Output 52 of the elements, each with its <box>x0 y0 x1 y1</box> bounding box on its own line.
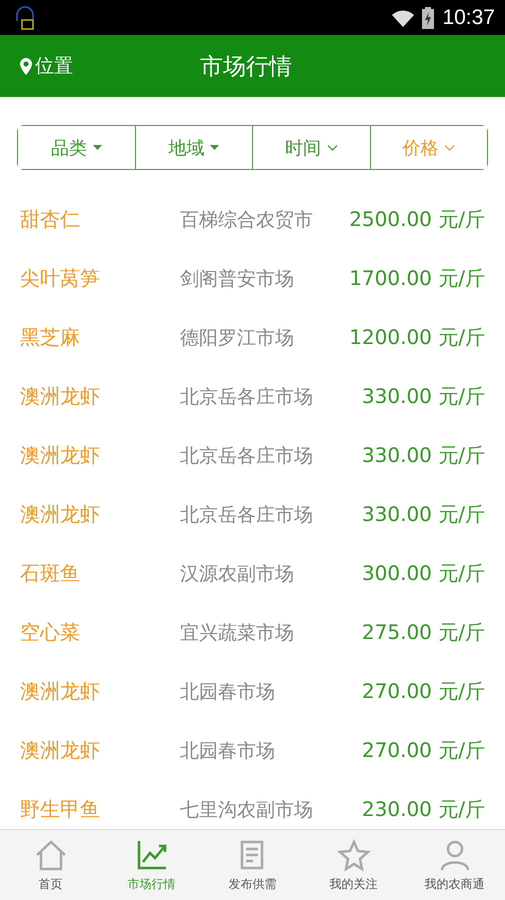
market-name: 百梯综合农贸市 <box>180 208 314 232</box>
price: 1700.00 元/斤 <box>349 265 485 292</box>
price: 270.00 元/斤 <box>362 737 485 764</box>
filter-tab[interactable]: 品类 <box>18 126 136 169</box>
product-name: 澳洲龙虾 <box>20 501 101 528</box>
market-name: 北京岳各庄市场 <box>180 384 314 410</box>
nav-tab[interactable]: 我的农商通 <box>404 830 505 900</box>
nav-tab[interactable]: 市场行情 <box>101 830 202 900</box>
market-name: 北京岳各庄市场 <box>180 502 314 528</box>
market-name: 北园春市场 <box>180 680 276 704</box>
market-name: 宜兴蔬菜市场 <box>180 620 295 646</box>
product-name: 澳洲龙虾 <box>20 383 101 410</box>
wifi-icon <box>392 8 414 26</box>
location-button[interactable]: 位置 <box>20 53 73 79</box>
product-name: 空心菜 <box>20 619 81 646</box>
market-name: 德阳罗江市场 <box>180 326 295 350</box>
price: 330.00 元/斤 <box>362 383 485 410</box>
product-name: 石斑鱼 <box>20 560 81 587</box>
price: 330.00 元/斤 <box>362 501 485 528</box>
product-name: 野生甲鱼 <box>20 796 101 823</box>
price: 1200.00 元/斤 <box>349 324 485 351</box>
market-name: 七里沟农副市场 <box>180 798 314 822</box>
product-name: 尖叶莴笋 <box>20 265 101 292</box>
market-name: 北园春市场 <box>180 738 276 764</box>
page-title: 市场行情 <box>200 52 292 82</box>
chevron-down-icon <box>444 144 456 150</box>
price: 300.00 元/斤 <box>362 560 485 587</box>
dropdown-triangle-icon <box>92 145 102 150</box>
price: 2500.00 元/斤 <box>349 206 485 233</box>
market-name: 汉源农副市场 <box>180 562 295 586</box>
nav-tab[interactable]: 发布供需 <box>202 830 303 900</box>
product-name: 澳洲龙虾 <box>20 678 101 705</box>
nav-tab[interactable]: 首页 <box>0 830 101 900</box>
product-name: 甜杏仁 <box>20 206 81 233</box>
dropdown-triangle-icon <box>210 145 220 150</box>
price: 230.00 元/斤 <box>362 796 485 823</box>
product-name: 澳洲龙虾 <box>20 442 101 469</box>
price: 270.00 元/斤 <box>362 678 485 705</box>
star-icon <box>336 838 370 872</box>
product-name: 澳洲龙虾 <box>20 737 101 764</box>
market-name: 剑阁普安市场 <box>180 266 295 292</box>
price: 330.00 元/斤 <box>362 442 485 469</box>
battery-icon <box>422 6 434 28</box>
location-pin-icon <box>20 58 32 74</box>
price: 275.00 元/斤 <box>362 619 485 646</box>
market-name: 北京岳各庄市场 <box>180 444 314 468</box>
status-time: 10:37 <box>442 6 495 30</box>
home-icon <box>34 838 68 872</box>
product-name: 黑芝麻 <box>20 324 81 351</box>
chevron-down-icon <box>326 144 338 150</box>
headset-icon <box>14 4 36 30</box>
nav-tab[interactable]: 我的关注 <box>303 830 404 900</box>
